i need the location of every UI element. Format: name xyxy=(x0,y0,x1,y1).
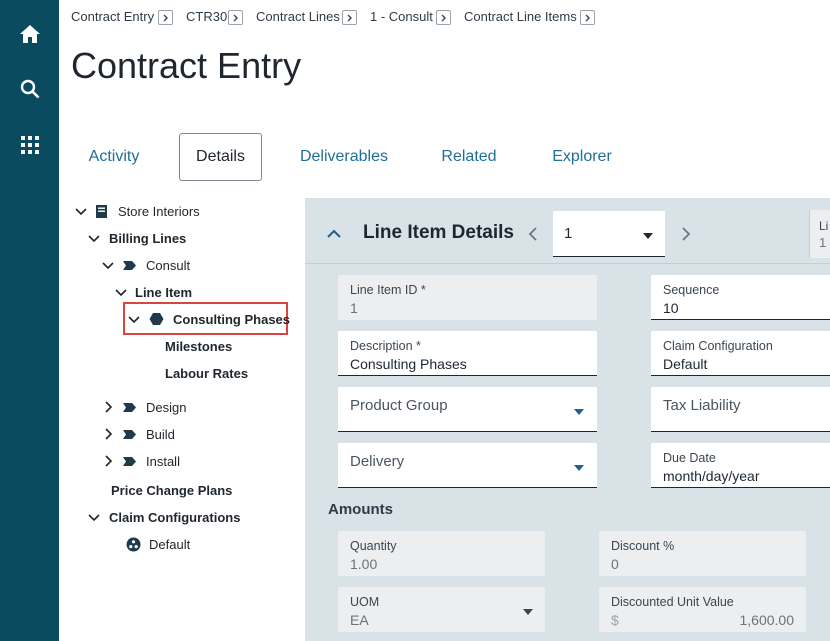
sequence-field[interactable]: Sequence 10 xyxy=(651,275,830,320)
chevron-down-icon[interactable] xyxy=(100,257,116,273)
apps-button[interactable] xyxy=(8,123,52,167)
breadcrumb-item[interactable]: 1 - Consult xyxy=(370,9,433,24)
selector-value: 1 xyxy=(564,225,573,242)
caret-down-icon xyxy=(574,465,584,471)
tree-node-build[interactable]: Build xyxy=(100,423,175,445)
home-button[interactable] xyxy=(8,12,52,56)
tree-node-labour-rates[interactable]: Labour Rates xyxy=(165,362,248,384)
tree-node-label: Price Change Plans xyxy=(111,482,233,498)
tax-liability-field[interactable]: Tax Liability xyxy=(651,387,830,432)
apps-grid-icon xyxy=(21,136,39,154)
quantity-field: Quantity 1.00 xyxy=(338,531,545,576)
tag-icon xyxy=(123,429,136,439)
delivery-select[interactable]: Delivery xyxy=(338,443,597,488)
caret-down-icon xyxy=(574,409,584,415)
tab-activity[interactable]: Activity xyxy=(72,133,156,181)
chevron-right-icon[interactable] xyxy=(580,10,595,25)
discount-percent-field: Discount % 0 xyxy=(599,531,806,576)
discounted-unit-value: 1,600.00 xyxy=(739,612,795,628)
tree-node-label: Claim Configurations xyxy=(109,509,241,525)
tab-explorer[interactable]: Explorer xyxy=(542,133,622,181)
tree-node-billing-lines[interactable]: Billing Lines xyxy=(86,227,186,249)
tree-node-install[interactable]: Install xyxy=(100,450,180,472)
hexagon-icon xyxy=(149,313,164,325)
tree-node-label: Store Interiors xyxy=(118,203,200,219)
book-icon xyxy=(96,204,107,218)
tree-node-label: Default xyxy=(149,536,191,552)
tree-node-label: Install xyxy=(146,453,180,469)
chevron-right-icon xyxy=(682,227,691,241)
uom-select: UOM EA xyxy=(338,587,545,632)
tree-node-claim-configurations[interactable]: Claim Configurations xyxy=(86,506,240,528)
chevron-right-icon[interactable] xyxy=(158,10,173,25)
tag-icon xyxy=(123,456,136,466)
chevron-down-icon[interactable] xyxy=(113,284,129,300)
tab-deliverables[interactable]: Deliverables xyxy=(290,133,398,181)
search-button[interactable] xyxy=(8,67,52,111)
tab-related[interactable]: Related xyxy=(432,133,506,181)
discounted-unit-value-field: Discounted Unit Value $ 1,600.00 xyxy=(599,587,806,632)
tag-icon xyxy=(123,402,136,412)
description-field[interactable]: Description * Consulting Phases xyxy=(338,331,597,376)
tree-node-price-change-plans[interactable]: Price Change Plans xyxy=(111,479,232,501)
section-title: Line Item Details xyxy=(363,222,514,243)
currency-symbol: $ xyxy=(611,612,619,628)
tree-node-consulting-phases[interactable]: Consulting Phases xyxy=(126,308,290,330)
tree-node-consult[interactable]: Consult xyxy=(100,254,190,276)
chevron-right-icon[interactable] xyxy=(436,10,451,25)
tag-icon xyxy=(123,260,136,270)
header-peek-field: Li 1 xyxy=(809,210,830,258)
tree-node-label: Labour Rates xyxy=(165,365,249,381)
product-group-select[interactable]: Product Group xyxy=(338,387,597,432)
amounts-heading: Amounts xyxy=(328,501,393,518)
tab-details[interactable]: Details xyxy=(179,133,262,181)
caret-down-icon xyxy=(643,233,653,239)
tree-node-line-item[interactable]: Line Item xyxy=(113,281,192,303)
tree-node-label: Line Item xyxy=(135,284,193,300)
tree-node-label: Billing Lines xyxy=(109,230,187,246)
tree-node-default[interactable]: Default xyxy=(126,533,190,555)
tree-node-label: Consulting Phases xyxy=(173,311,291,327)
chevron-right-icon[interactable] xyxy=(100,426,116,442)
page-title: Contract Entry xyxy=(71,45,302,86)
next-button[interactable] xyxy=(676,225,694,243)
line-item-id-field: Line Item ID * 1 xyxy=(338,275,597,320)
chevron-down-icon[interactable] xyxy=(126,311,142,327)
tree-node-store-interiors[interactable]: Store Interiors xyxy=(73,200,200,222)
chevron-down-icon[interactable] xyxy=(86,509,102,525)
chevron-right-icon[interactable] xyxy=(100,399,116,415)
claim-configuration-field[interactable]: Claim Configuration Default xyxy=(651,331,830,376)
breadcrumb-item[interactable]: Contract Lines xyxy=(256,9,340,24)
tree-node-milestones[interactable]: Milestones xyxy=(165,335,232,357)
previous-button[interactable] xyxy=(525,225,543,243)
tree-node-design[interactable]: Design xyxy=(100,396,186,418)
breadcrumb-item[interactable]: Contract Line Items xyxy=(464,9,577,24)
search-icon xyxy=(20,79,40,99)
caret-down-icon xyxy=(523,609,533,615)
tree-node-label: Consult xyxy=(146,257,191,273)
nav-rail xyxy=(0,0,59,641)
chevron-down-icon[interactable] xyxy=(73,203,89,219)
line-item-selector[interactable]: 1 xyxy=(553,211,665,257)
home-icon xyxy=(20,25,40,43)
due-date-field[interactable]: Due Date month/day/year xyxy=(651,443,830,488)
chevron-right-icon[interactable] xyxy=(228,10,243,25)
chevron-up-icon xyxy=(327,229,341,238)
tree-node-label: Milestones xyxy=(165,338,233,354)
chevron-down-icon[interactable] xyxy=(86,230,102,246)
breadcrumb-item[interactable]: Contract Entry xyxy=(71,9,154,24)
chevron-left-icon xyxy=(528,227,537,241)
chevron-right-icon[interactable] xyxy=(342,10,357,25)
chevron-right-icon[interactable] xyxy=(100,453,116,469)
tree-node-label: Build xyxy=(146,426,175,442)
claim-config-icon xyxy=(126,537,141,551)
collapse-button[interactable] xyxy=(325,225,343,243)
breadcrumb-item[interactable]: CTR30 xyxy=(186,9,227,24)
tree-node-label: Design xyxy=(146,399,187,415)
